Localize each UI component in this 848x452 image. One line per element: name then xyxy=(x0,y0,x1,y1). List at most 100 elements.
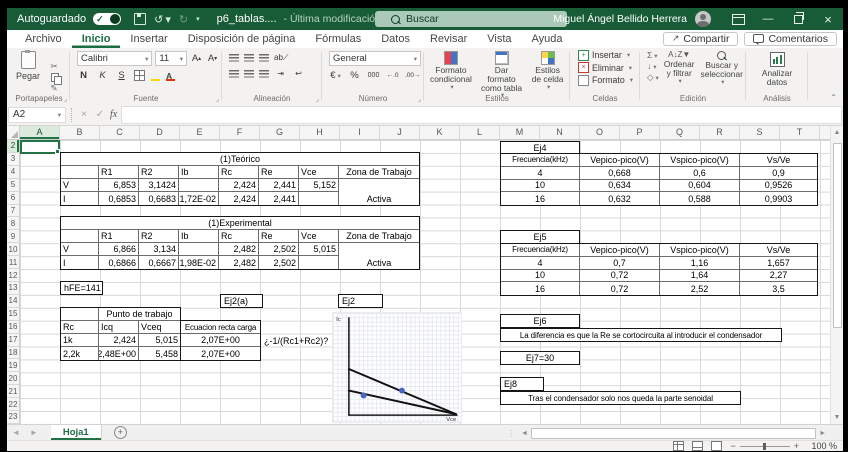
scroll-right-icon[interactable]: ► xyxy=(816,430,829,437)
column-header-B[interactable]: B xyxy=(60,126,100,139)
column-header-L[interactable]: L xyxy=(460,126,500,139)
scroll-down-icon[interactable]: ▼ xyxy=(831,411,843,424)
orientation-icon[interactable]: ab⟋ xyxy=(274,51,289,64)
data-cell[interactable]: 2,441 xyxy=(259,192,299,205)
column-header-P[interactable]: P xyxy=(620,126,660,139)
data-cell[interactable]: 2,424 xyxy=(99,334,139,347)
header-cell[interactable]: Vceq xyxy=(139,321,180,334)
data-cell[interactable]: 10 xyxy=(501,270,580,283)
data-cell[interactable]: 0,9 xyxy=(740,167,817,180)
header-cell[interactable]: Zona de Trabajo xyxy=(339,166,419,179)
restore-button[interactable] xyxy=(783,8,813,30)
column-header-G[interactable]: G xyxy=(260,126,300,139)
row-header-15[interactable]: 15 xyxy=(7,308,19,321)
data-cell[interactable]: 1,657 xyxy=(740,257,817,270)
zoom-control[interactable]: − + xyxy=(730,441,799,451)
decrease-font-icon[interactable]: A▾ xyxy=(206,52,219,65)
dialog-launcher-icon[interactable]: ⌟ xyxy=(64,95,67,103)
header-cell[interactable]: Zona de Trabajo xyxy=(339,230,419,243)
number-format-select[interactable]: General▾ xyxy=(329,51,421,66)
decrease-decimal-icon[interactable]: .00→ xyxy=(405,69,421,82)
ej6-label-cell[interactable]: Ej6 xyxy=(500,314,580,328)
horizontal-scrollbar[interactable]: ⋮ ◄ ► xyxy=(507,427,829,439)
data-cell[interactable]: 1,64 xyxy=(660,270,740,283)
data-cell[interactable]: I xyxy=(61,256,99,269)
cut-icon[interactable]: ✂ xyxy=(51,62,59,71)
scroll-up-icon[interactable]: ▲ xyxy=(831,126,843,139)
header-cell[interactable]: Ecuacion recta carga xyxy=(181,321,260,334)
italic-button[interactable]: K xyxy=(96,69,109,82)
header-cell[interactable]: Vs/Ve xyxy=(740,244,817,257)
header-cell[interactable]: Vspico-pico(V) xyxy=(660,154,740,167)
data-cell[interactable]: V xyxy=(61,179,99,192)
column-header-O[interactable]: O xyxy=(580,126,620,139)
data-cell[interactable]: 0,6 xyxy=(660,167,740,180)
row-header-11[interactable]: 11 xyxy=(7,256,19,269)
header-cell[interactable]: Vs/Ve xyxy=(740,154,817,167)
format-painter-icon[interactable]: ✎ xyxy=(51,84,59,93)
row-header-18[interactable]: 18 xyxy=(7,347,19,360)
analyze-data-button[interactable]: Analizar datos xyxy=(749,48,805,90)
align-right-icon[interactable] xyxy=(259,70,269,78)
zona-value-cell[interactable]: Activa xyxy=(339,243,419,269)
zoom-slider-knob[interactable] xyxy=(763,443,766,450)
data-cell[interactable]: V xyxy=(61,243,99,256)
ej8-answer-cell[interactable]: Tras el condensador solo nos queda la pa… xyxy=(500,391,741,405)
active-cell-selection[interactable] xyxy=(20,140,60,154)
punto-note[interactable]: ¿-1/(Rc1+Rc2)? xyxy=(264,336,328,346)
grid-canvas[interactable]: (1)TeóricoR1R2IbRcReVceZona de TrabajoV6… xyxy=(20,140,830,424)
data-cell[interactable]: 2,27 xyxy=(740,270,817,283)
underline-button[interactable]: S xyxy=(115,69,128,82)
data-cell[interactable]: 1,72E-02 xyxy=(179,192,219,205)
empty-cell[interactable] xyxy=(61,308,99,321)
comments-button[interactable]: Comentarios xyxy=(744,32,837,46)
row-header-2[interactable]: 2 xyxy=(7,140,19,153)
tab-archivo[interactable]: Archivo xyxy=(15,31,72,48)
row-header-7[interactable]: 7 xyxy=(7,205,19,218)
tab-datos[interactable]: Datos xyxy=(371,31,420,48)
row-header-17[interactable]: 17 xyxy=(7,334,19,347)
data-cell[interactable]: 4 xyxy=(501,167,580,180)
wrap-text-icon[interactable]: ↩ xyxy=(292,67,305,80)
data-cell[interactable]: 0,9526 xyxy=(740,180,817,193)
tab-vista[interactable]: Vista xyxy=(477,31,521,48)
ej8-label-cell[interactable]: Ej8 xyxy=(500,377,544,391)
header-cell[interactable]: R2 xyxy=(139,166,179,179)
data-cell[interactable]: 0,6866 xyxy=(99,256,139,269)
dialog-launcher-icon[interactable]: ⌟ xyxy=(418,95,421,103)
header-cell[interactable]: Rc xyxy=(219,166,259,179)
column-header-I[interactable]: I xyxy=(340,126,380,139)
align-middle-icon[interactable] xyxy=(244,54,254,62)
bold-button[interactable]: N xyxy=(77,69,90,82)
dialog-launcher-icon[interactable]: ⌟ xyxy=(316,95,319,103)
indent-icon[interactable]: ⇥ xyxy=(274,67,287,80)
data-cell[interactable]: 16 xyxy=(501,192,580,205)
column-header-K[interactable]: K xyxy=(420,126,460,139)
header-cell[interactable]: R1 xyxy=(99,230,139,243)
save-icon[interactable] xyxy=(134,13,146,25)
zoom-out-icon[interactable]: − xyxy=(730,441,735,451)
data-cell[interactable]: 2,2k xyxy=(61,347,99,360)
data-cell[interactable]: 0,7 xyxy=(580,257,660,270)
row-header-6[interactable]: 6 xyxy=(7,192,19,205)
row-header-22[interactable]: 22 xyxy=(7,398,19,411)
minimize-button[interactable]: — xyxy=(753,8,783,30)
zoom-slider[interactable] xyxy=(740,446,790,447)
percent-format-icon[interactable]: % xyxy=(348,69,361,82)
qat-customize-icon[interactable]: ▾ xyxy=(196,15,200,23)
header-cell[interactable] xyxy=(61,166,99,179)
row-header-20[interactable]: 20 xyxy=(7,372,19,385)
format-cells-button[interactable]: Formato▾ xyxy=(578,75,637,86)
data-cell[interactable]: 10 xyxy=(501,180,580,193)
data-cell[interactable]: 0,588 xyxy=(660,192,740,205)
data-cell[interactable]: 2,441 xyxy=(259,179,299,192)
data-cell[interactable]: 0,634 xyxy=(580,180,660,193)
formula-input[interactable] xyxy=(121,106,842,124)
column-header-U[interactable]: U xyxy=(820,126,830,139)
font-name-select[interactable]: Calibri▾ xyxy=(77,51,152,66)
data-cell[interactable]: 0,6667 xyxy=(139,256,179,269)
row-header-14[interactable]: 14 xyxy=(7,295,19,308)
search-box[interactable]: Buscar xyxy=(375,11,567,27)
fill-icon[interactable]: ↓▾ xyxy=(647,62,659,72)
data-cell[interactable]: 5,015 xyxy=(299,243,339,256)
